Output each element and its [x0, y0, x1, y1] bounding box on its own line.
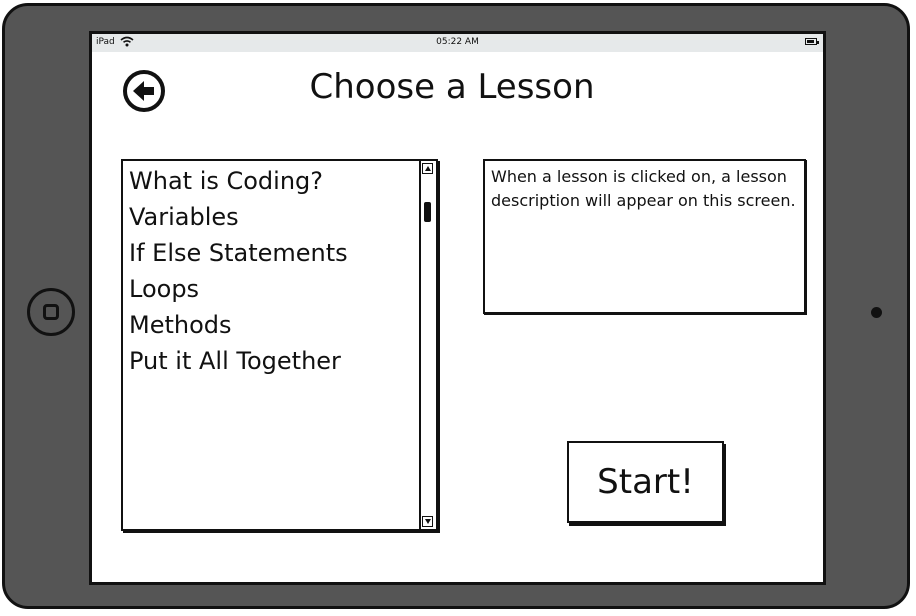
camera-dot [871, 307, 882, 318]
back-arrow-icon [133, 81, 154, 101]
scroll-up-arrow-icon[interactable] [422, 163, 433, 174]
lesson-item-if-else-statements[interactable]: If Else Statements [129, 235, 416, 271]
home-button[interactable] [27, 288, 75, 336]
back-button[interactable] [123, 70, 165, 112]
lesson-description-text: When a lesson is clicked on, a lesson de… [491, 167, 796, 210]
lesson-list[interactable]: What is Coding? Variables If Else Statem… [121, 159, 438, 531]
lesson-item-variables[interactable]: Variables [129, 199, 416, 235]
lesson-item-loops[interactable]: Loops [129, 271, 416, 307]
battery-icon [805, 38, 819, 45]
start-button[interactable]: Start! [567, 441, 724, 523]
lesson-items: What is Coding? Variables If Else Statem… [129, 163, 416, 379]
start-button-label: Start! [597, 462, 694, 502]
home-square-icon [43, 304, 59, 320]
status-time: 05:22 AM [436, 37, 479, 47]
scroll-thumb[interactable] [424, 202, 431, 222]
lesson-item-methods[interactable]: Methods [129, 307, 416, 343]
scroll-down-arrow-icon[interactable] [422, 516, 433, 527]
lesson-list-scrollbar[interactable] [419, 161, 436, 529]
lesson-item-what-is-coding[interactable]: What is Coding? [129, 163, 416, 199]
screen: iPad 05:22 AM Choose a Lesson What is Co… [89, 31, 826, 585]
page-title: Choose a Lesson [309, 67, 595, 107]
lesson-item-put-it-all-together[interactable]: Put it All Together [129, 343, 416, 379]
status-bar: iPad 05:22 AM [92, 34, 823, 52]
lesson-description-box: When a lesson is clicked on, a lesson de… [483, 159, 806, 314]
